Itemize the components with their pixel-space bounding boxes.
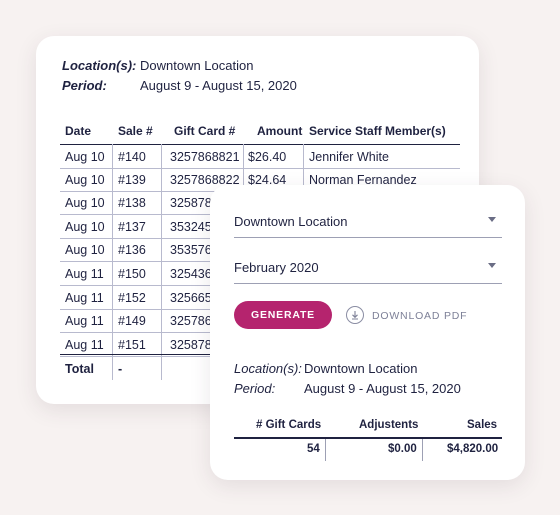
summary-gift-cards-value: 54 [307, 443, 320, 455]
month-select[interactable]: February 2020 [234, 253, 502, 284]
cell-card: 3257868821 [170, 150, 240, 164]
period-value: August 9 - August 15, 2020 [304, 381, 461, 396]
cell-date: Aug 11 [65, 314, 104, 329]
summary-divider [234, 437, 502, 439]
location-value: Downtown Location [304, 361, 418, 376]
column-header-gift-card: Gift Card # [174, 124, 236, 138]
cell-sale: #149 [118, 314, 146, 329]
cell-staff: Jennifer White [309, 150, 389, 164]
cell-date: Aug 11 [65, 267, 104, 281]
cell-sale: #140 [118, 150, 146, 164]
location-label: Location(s): [234, 361, 302, 376]
month-select-value: February 2020 [234, 260, 319, 275]
cell-sale: #139 [118, 172, 146, 187]
cell-card: 325878 [170, 196, 212, 211]
total-label: Total [65, 362, 94, 376]
summary-header-gift-cards: # Gift Cards [256, 419, 322, 431]
summary-header-sales: Sales [467, 419, 498, 431]
summary-adjustments-value: $0.00 [388, 443, 417, 455]
download-icon [346, 306, 364, 324]
cell-sale: #136 [118, 243, 146, 258]
location-select-value: Downtown Location [234, 214, 348, 229]
cell-date: Aug 11 [65, 337, 104, 352]
location-label: Location(s): [62, 58, 137, 73]
cell-sale: #152 [118, 290, 146, 305]
report-generator: Downtown Location February 2020 GENERATE… [210, 185, 525, 480]
column-divider [112, 144, 113, 380]
cell-date: Aug 10 [65, 219, 105, 234]
column-divider [325, 439, 326, 461]
download-pdf-label: DOWNLOAD PDF [372, 310, 468, 322]
cell-sale: #151 [118, 337, 146, 352]
column-divider [161, 144, 162, 380]
cell-amount: $26.40 [248, 150, 287, 164]
cell-card: 353245 [170, 219, 212, 234]
location-value: Downtown Location [140, 58, 254, 73]
summary-header-adjustments: Adjustents [359, 419, 419, 431]
cell-card: 325878 [170, 337, 212, 352]
cell-date: Aug 11 [65, 290, 104, 305]
cell-card: 325665 [170, 290, 212, 305]
cell-card: 325786 [170, 314, 212, 329]
column-header-date: Date [65, 124, 92, 138]
cell-date: Aug 10 [65, 172, 105, 187]
column-header-sale: Sale # [118, 124, 153, 138]
column-header-staff: Service Staff Member(s) [309, 124, 446, 138]
cell-card: 325436 [170, 267, 212, 281]
cell-date: Aug 10 [65, 150, 105, 164]
chevron-down-icon [488, 263, 496, 268]
cell-sale: #150 [118, 267, 146, 281]
summary-sales-value: $4,820.00 [447, 443, 499, 455]
chevron-down-icon [488, 217, 496, 222]
cell-date: Aug 10 [65, 196, 105, 211]
period-label: Period: [234, 381, 276, 396]
location-select[interactable]: Downtown Location [234, 207, 502, 238]
period-value: August 9 - August 15, 2020 [140, 78, 297, 93]
generate-button[interactable]: GENERATE [234, 301, 332, 329]
column-divider [422, 439, 423, 461]
period-label: Period: [62, 78, 107, 93]
cell-sale: #137 [118, 219, 146, 234]
cell-date: Aug 10 [65, 243, 105, 258]
cell-sale: #138 [118, 196, 146, 211]
cell-card: 353576 [170, 243, 212, 258]
column-header-amount: Amount [257, 124, 303, 138]
total-sale: - [118, 362, 123, 376]
table-row: Aug 10 #140 3257868821 $26.40 Jennifer White [60, 144, 460, 169]
